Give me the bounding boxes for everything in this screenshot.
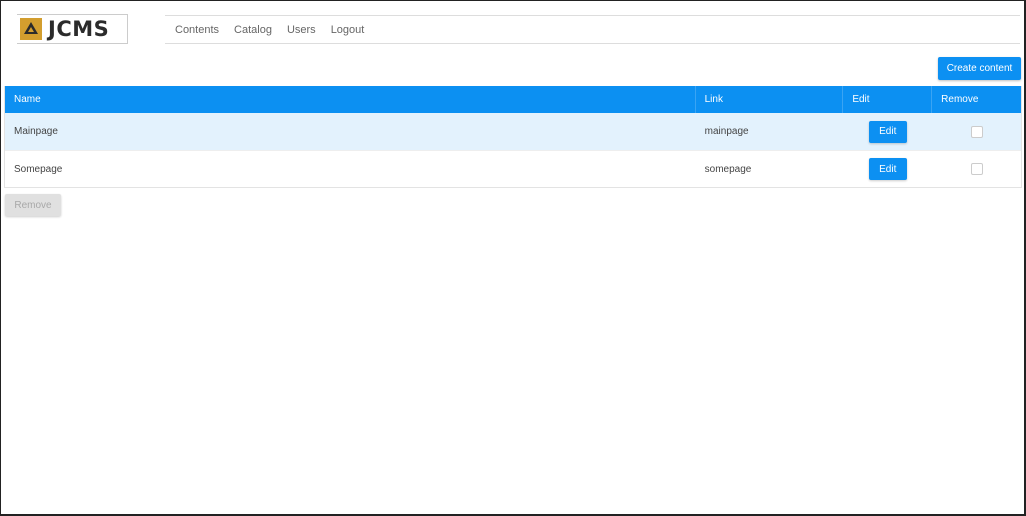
logo-triangle-icon bbox=[20, 18, 42, 40]
create-content-button[interactable]: Create content bbox=[938, 57, 1021, 80]
column-header-link: Link bbox=[696, 86, 844, 113]
table-header: Name Link Edit Remove bbox=[5, 86, 1021, 113]
column-header-remove: Remove bbox=[941, 94, 979, 105]
edit-button[interactable]: Edit bbox=[868, 158, 907, 180]
nav-users[interactable]: Users bbox=[287, 24, 316, 36]
remove-selected-button[interactable]: Remove bbox=[5, 194, 61, 216]
nav-logout[interactable]: Logout bbox=[331, 24, 365, 36]
top-navbar: Contents Catalog Users Logout bbox=[165, 15, 1020, 44]
nav-contents[interactable]: Contents bbox=[175, 24, 219, 36]
content-table: Name Link Edit Remove Mainpage mainpage … bbox=[4, 86, 1022, 188]
row-name: Somepage bbox=[14, 163, 63, 175]
table-row[interactable]: Somepage somepage Edit bbox=[5, 150, 1021, 187]
edit-button[interactable]: Edit bbox=[868, 120, 907, 143]
row-edit-cell: Edit bbox=[843, 113, 932, 150]
nav-catalog[interactable]: Catalog bbox=[234, 24, 272, 36]
row-link: somepage bbox=[704, 163, 752, 175]
remove-checkbox[interactable] bbox=[970, 125, 983, 138]
remove-checkbox[interactable] bbox=[970, 163, 983, 175]
window-frame bbox=[0, 0, 1026, 516]
column-header-edit: Edit bbox=[843, 86, 933, 113]
logo-text: JCMS bbox=[48, 17, 110, 41]
table-row[interactable]: Mainpage mainpage Edit bbox=[5, 113, 1021, 150]
row-remove-cell bbox=[932, 113, 1021, 150]
row-name: Mainpage bbox=[14, 126, 58, 137]
app-logo[interactable]: JCMS bbox=[17, 14, 128, 44]
row-remove-cell bbox=[932, 151, 1021, 187]
row-edit-cell: Edit bbox=[843, 151, 932, 187]
row-link: mainpage bbox=[704, 126, 749, 137]
column-header-name: Name bbox=[5, 86, 696, 113]
